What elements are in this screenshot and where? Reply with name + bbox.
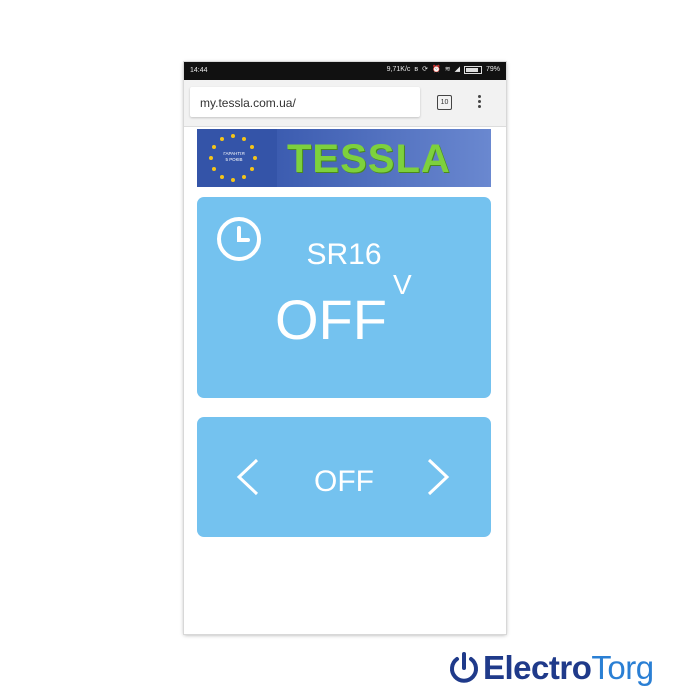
device-state: OFF [275, 288, 387, 351]
site-banner: ГАРАНТІЯ 5 РОКІВ TESSLA [197, 129, 491, 187]
brand-logo: TESSLA [287, 137, 451, 181]
url-text: my.tessla.com.ua/ [200, 96, 296, 110]
chevron-right-icon[interactable] [425, 457, 451, 497]
url-field[interactable]: my.tessla.com.ua/ [190, 87, 420, 117]
bluetooth-icon: ʙ [414, 66, 419, 73]
phone-screen: 14:44 9,71K/c ʙ ⟳ ⏰ ≋ ◢ 79% my.tessla.co… [184, 62, 506, 634]
menu-dot-icon [477, 100, 481, 103]
tabs-button[interactable]: 10 [437, 95, 452, 110]
device-card[interactable]: SR16 OFF V [197, 197, 491, 398]
watermark-part-2: Torg [591, 649, 654, 686]
badge-line-2: 5 РОКІВ [225, 157, 243, 162]
sync-icon: ⟳ [422, 66, 428, 73]
state-mark: V [393, 269, 412, 300]
wifi-icon: ≋ [444, 66, 451, 73]
battery-icon [463, 66, 482, 74]
signal-icon: ◢ [454, 66, 460, 73]
electrotorg-watermark: Electro Torg [447, 648, 654, 688]
browser-menu-button[interactable] [474, 93, 484, 111]
menu-dot-icon [477, 105, 481, 108]
device-name: SR16 [306, 238, 382, 271]
browser-toolbar: my.tessla.com.ua/ 10 [184, 80, 506, 127]
alarm-icon: ⏰ [432, 66, 441, 73]
power-icon [450, 652, 478, 683]
network-speed: 9,71K/c [386, 66, 411, 73]
warranty-badge: ГАРАНТІЯ 5 РОКІВ [210, 151, 258, 163]
mode-card: OFF [197, 417, 491, 537]
battery-level: 79% [485, 66, 500, 73]
menu-dot-icon [477, 95, 481, 98]
status-icons: 9,71K/c ʙ ⟳ ⏰ ≋ ◢ 79% [387, 66, 500, 74]
watermark-part-1: Electro [483, 649, 592, 686]
status-bar: 14:44 9,71K/c ʙ ⟳ ⏰ ≋ ◢ 79% [184, 62, 506, 80]
status-time: 14:44 [190, 67, 208, 74]
